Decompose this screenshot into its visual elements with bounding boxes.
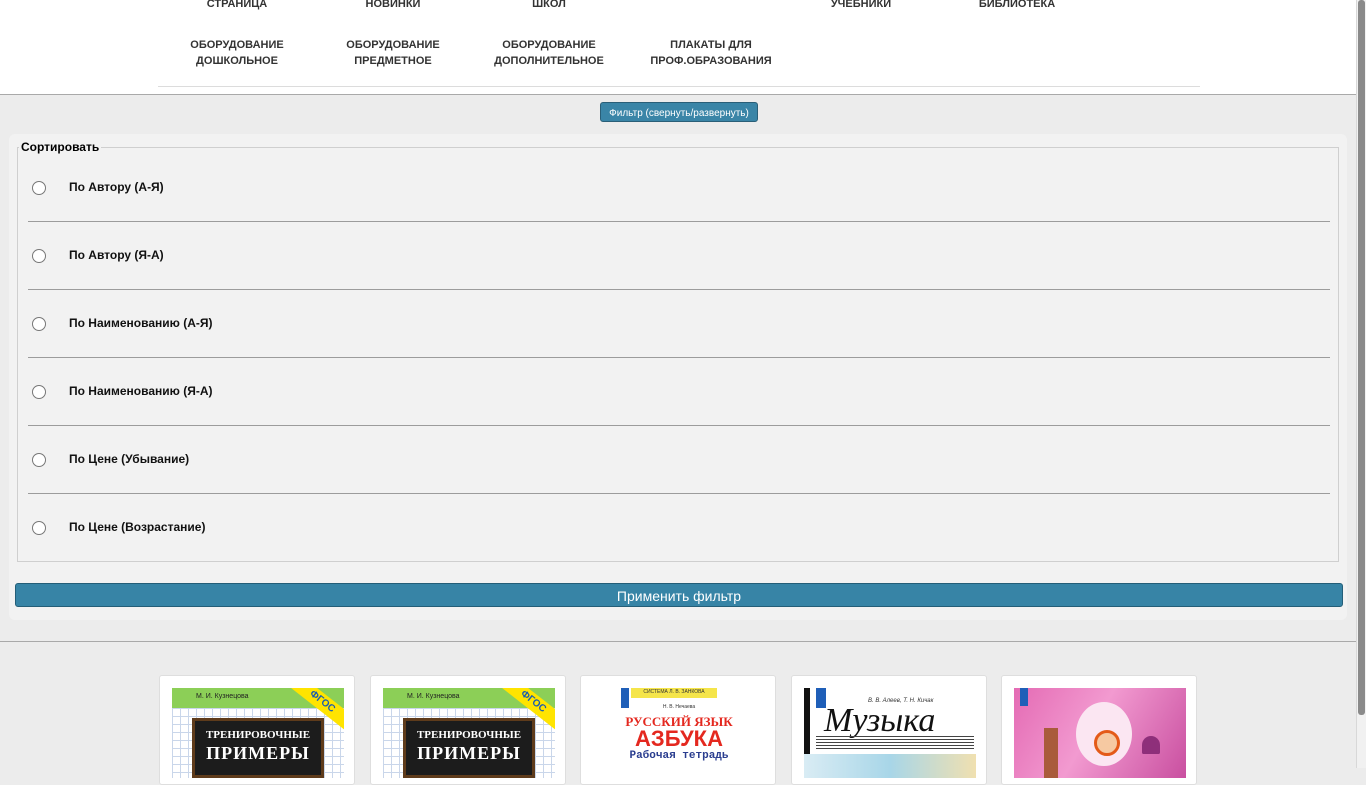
cover-title-line1: ТРЕНИРОВОЧНЫЕ xyxy=(416,729,522,741)
radio-button[interactable] xyxy=(32,385,46,399)
filter-toggle-button[interactable]: Фильтр (свернуть/развернуть) xyxy=(600,102,758,122)
nav-line2: ДОШКОЛЬНОЕ xyxy=(196,55,278,67)
radio-button[interactable] xyxy=(32,181,46,195)
sort-option-author-asc[interactable]: По Автору (А-Я) xyxy=(28,154,1330,222)
tower-illustration xyxy=(1044,728,1058,778)
cover-title-line2: ПРИМЕРЫ xyxy=(206,743,310,763)
sort-option-label: По Цене (Убывание) xyxy=(69,452,190,466)
nav-item-schools[interactable]: ШКОЛ xyxy=(474,0,624,12)
product-cover[interactable]: М. И. Кузнецова ФГОС ТРЕНИРОВОЧНЫЕ ПРИМЕ… xyxy=(383,688,555,778)
sort-option-title-asc[interactable]: По Наименованию (А-Я) xyxy=(28,290,1330,358)
sort-option-label: По Автору (Я-А) xyxy=(69,248,164,262)
dome-illustration xyxy=(1142,736,1160,754)
sort-option-author-desc[interactable]: По Автору (Я-А) xyxy=(28,222,1330,290)
nav-item-preschool-equipment[interactable]: ОБОРУДОВАНИЕ ДОШКОЛЬНОЕ xyxy=(162,37,312,69)
cover-title-line2: ПРИМЕРЫ xyxy=(417,743,521,763)
sort-option-label: По Наименованию (Я-А) xyxy=(69,384,213,398)
character-illustration xyxy=(1094,730,1120,756)
nav-divider xyxy=(158,86,1200,87)
nav-item-page[interactable]: СТРАНИЦА xyxy=(162,0,312,12)
product-cover[interactable]: М. И. Кузнецова ФГОС ТРЕНИРОВОЧНЫЕ ПРИМЕ… xyxy=(172,688,344,778)
sort-option-price-desc[interactable]: По Цене (Убывание) xyxy=(28,426,1330,494)
sort-legend: Сортировать xyxy=(19,140,102,154)
scrollbar-thumb[interactable] xyxy=(1358,0,1365,715)
sort-option-label: По Наименованию (А-Я) xyxy=(69,316,213,330)
product-card[interactable]: М. И. Кузнецова ФГОС ТРЕНИРОВОЧНЫЕ ПРИМЕ… xyxy=(159,675,355,785)
apply-filter-button[interactable]: Применить фильтр xyxy=(15,583,1343,607)
sort-option-label: По Цене (Возрастание) xyxy=(69,520,206,534)
cover-author: Н. В. Нечаева xyxy=(662,704,696,710)
nav-line1: ОБОРУДОВАНИЕ xyxy=(346,39,440,51)
sort-option-label: По Автору (А-Я) xyxy=(69,180,164,194)
series-bar: СИСТЕМА Л. В. ЗАНКОВА xyxy=(631,688,717,698)
nav-item-new[interactable]: НОВИНКИ xyxy=(318,0,468,12)
nav-item-subject-equipment[interactable]: ОБОРУДОВАНИЕ ПРЕДМЕТНОЕ xyxy=(318,37,468,69)
radio-button[interactable] xyxy=(32,521,46,535)
cover-board: ТРЕНИРОВОЧНЫЕ ПРИМЕРЫ xyxy=(403,718,535,778)
radio-button[interactable] xyxy=(32,317,46,331)
nav-line1: ОБОРУДОВАНИЕ xyxy=(190,39,284,51)
cover-subtitle: Рабочая тетрадь xyxy=(629,750,729,762)
sort-option-price-asc[interactable]: По Цене (Возрастание) xyxy=(28,494,1330,562)
series-label: СИСТЕМА Л. В. ЗАНКОВА xyxy=(643,689,705,695)
nav-item-vocational-posters[interactable]: ПЛАКАТЫ ДЛЯ ПРОФ.ОБРАЗОВАНИЯ xyxy=(636,37,786,69)
cover-title: Музыка xyxy=(824,702,936,739)
nav-line2: ПРЕДМЕТНОЕ xyxy=(354,55,432,67)
cover-board: ТРЕНИРОВОЧНЫЕ ПРИМЕРЫ xyxy=(192,718,324,778)
top-navigation: СТРАНИЦА НОВИНКИ ШКОЛ УЧЕБНИКИ БИБЛИОТЕК… xyxy=(0,0,1357,95)
cover-title-line1: ТРЕНИРОВОЧНЫЕ xyxy=(205,729,311,741)
product-card[interactable]: В. В. Алеев, Т. Н. Кичак Музыка xyxy=(791,675,987,785)
sort-option-title-desc[interactable]: По Наименованию (Я-А) xyxy=(28,358,1330,426)
product-card[interactable]: М. И. Кузнецова ФГОС ТРЕНИРОВОЧНЫЕ ПРИМЕ… xyxy=(370,675,566,785)
nav-line2: ДОПОЛНИТЕЛЬНОЕ xyxy=(494,55,604,67)
publisher-logo-icon xyxy=(1020,688,1028,706)
product-cover[interactable]: СИСТЕМА Л. В. ЗАНКОВА Н. В. Нечаева РУСС… xyxy=(593,688,765,778)
product-cover[interactable] xyxy=(1014,688,1186,778)
cover-illustration xyxy=(804,754,976,778)
nav-line1: ОБОРУДОВАНИЕ xyxy=(502,39,596,51)
product-card[interactable] xyxy=(1001,675,1197,785)
nav-item-textbooks[interactable]: УЧЕБНИКИ xyxy=(786,0,936,12)
nav-item-library[interactable]: БИБЛИОТЕКА xyxy=(942,0,1092,12)
product-card[interactable]: СИСТЕМА Л. В. ЗАНКОВА Н. В. Нечаева РУСС… xyxy=(580,675,776,785)
music-staff xyxy=(816,736,974,750)
section-divider xyxy=(0,641,1357,642)
nav-line1: ПЛАКАТЫ ДЛЯ xyxy=(670,39,752,51)
nav-item-additional-equipment[interactable]: ОБОРУДОВАНИЕ ДОПОЛНИТЕЛЬНОЕ xyxy=(474,37,624,69)
radio-button[interactable] xyxy=(32,453,46,467)
page-scrollbar[interactable] xyxy=(1356,0,1366,768)
nav-line2: ПРОФ.ОБРАЗОВАНИЯ xyxy=(650,55,772,67)
radio-button[interactable] xyxy=(32,249,46,263)
cover-author: М. И. Кузнецова xyxy=(407,693,460,700)
product-cover[interactable]: В. В. Алеев, Т. Н. Кичак Музыка xyxy=(804,688,976,778)
cover-author: М. И. Кузнецова xyxy=(196,693,249,700)
cover-title-line2: АЗБУКА xyxy=(635,726,723,751)
